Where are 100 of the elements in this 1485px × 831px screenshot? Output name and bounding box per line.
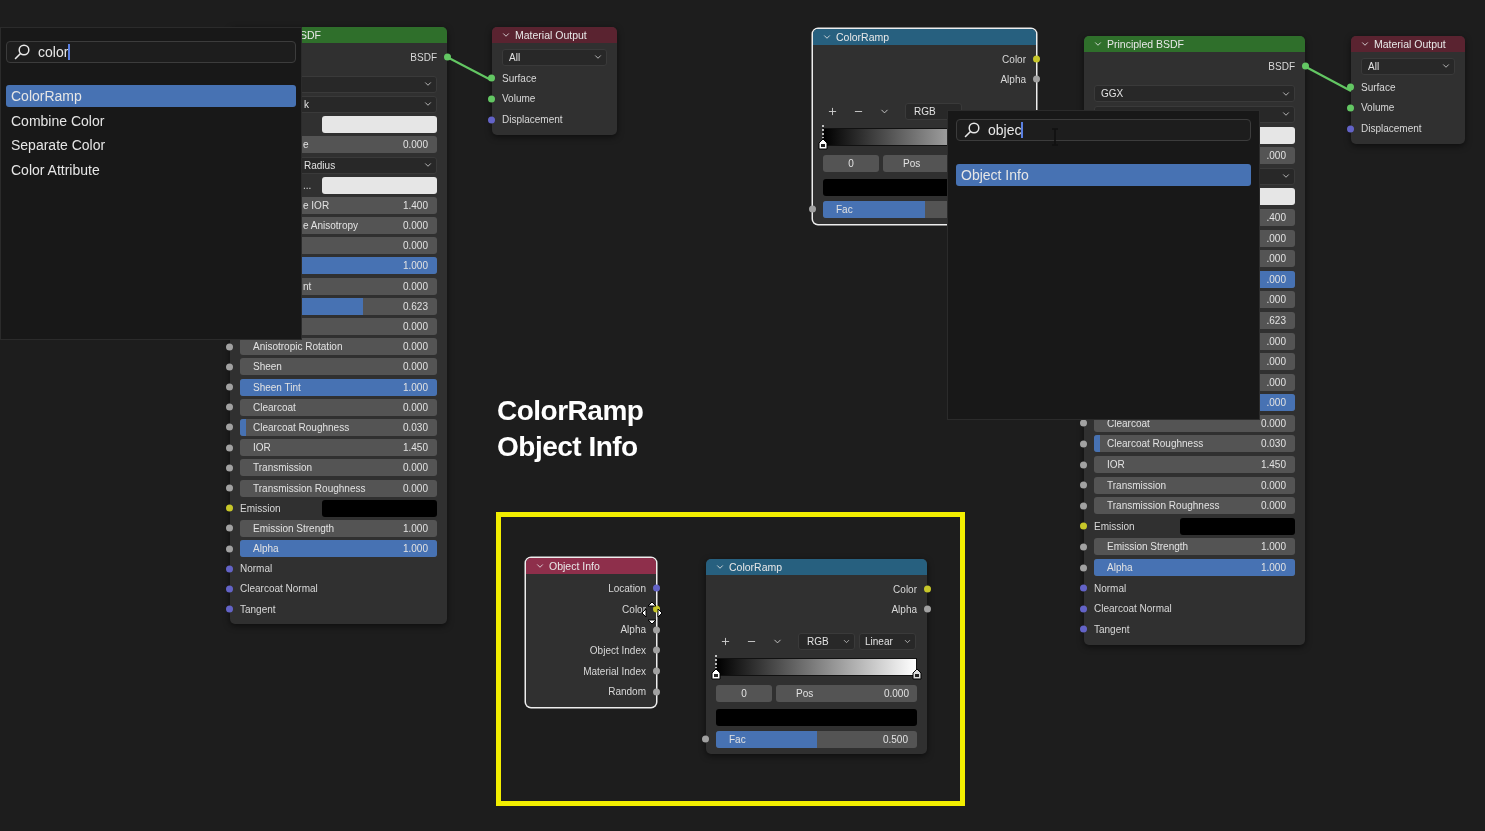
socket-label: Object Index <box>589 644 646 656</box>
value-slider[interactable]: Sheen Tint 1.000 <box>240 378 437 396</box>
plus-icon[interactable] <box>827 105 838 117</box>
position-slider[interactable]: Pos 0.000 <box>776 684 917 702</box>
color-swatch[interactable] <box>322 116 437 134</box>
node-header[interactable]: Object Info <box>526 558 656 574</box>
color-stop-marker-icon[interactable] <box>711 654 721 680</box>
value-slider[interactable]: Alpha 1.000 <box>240 540 437 558</box>
node-header[interactable]: ColorRamp <box>706 559 927 575</box>
socket-dot[interactable] <box>1080 543 1087 551</box>
socket-dot[interactable] <box>488 74 495 82</box>
value-slider[interactable]: Transmission 0.000 <box>1094 476 1295 494</box>
socket-label: Clearcoat Normal <box>1094 603 1172 615</box>
search-result[interactable]: Object Info <box>956 164 1251 186</box>
socket-dot[interactable] <box>653 667 660 675</box>
search-field[interactable]: objec <box>956 119 1251 141</box>
node-header[interactable]: ColorRamp <box>813 29 1036 45</box>
node-link <box>1306 67 1351 91</box>
dropdown-field[interactable]: All <box>502 48 607 66</box>
value-slider[interactable]: Transmission Roughness 0.000 <box>240 479 437 497</box>
socket-dot[interactable] <box>226 403 233 411</box>
chevron-down-icon[interactable] <box>1360 39 1370 49</box>
dropdown-field[interactable]: RGB <box>798 632 855 650</box>
chevron-down-icon[interactable] <box>715 562 725 572</box>
socket-dot[interactable] <box>1033 75 1040 83</box>
socket-dot[interactable] <box>1347 125 1354 133</box>
socket-dot[interactable] <box>1302 62 1309 70</box>
socket-dot[interactable] <box>226 383 233 391</box>
socket-dot[interactable] <box>1347 104 1354 112</box>
plus-icon[interactable] <box>720 635 731 647</box>
socket-dot[interactable] <box>1080 625 1087 633</box>
socket-dot[interactable] <box>1033 55 1040 63</box>
dropdown-field[interactable]: All <box>1361 57 1455 75</box>
socket-dot[interactable] <box>1347 83 1354 91</box>
node-header[interactable]: Principled BSDF <box>1084 36 1305 52</box>
socket-dot[interactable] <box>924 605 931 613</box>
dropdown-field[interactable]: Linear <box>859 632 916 650</box>
value-slider[interactable]: Transmission 0.000 <box>240 459 437 477</box>
socket-dot[interactable] <box>226 504 233 512</box>
color-ramp-gradient[interactable] <box>716 658 917 676</box>
chevron-down-icon[interactable] <box>822 32 832 42</box>
search-result[interactable]: ColorRamp <box>6 85 296 107</box>
color-swatch[interactable] <box>322 176 437 194</box>
value-slider[interactable]: Emission Strength 1.000 <box>240 519 437 537</box>
dropdown-field[interactable]: GGX <box>1094 85 1295 103</box>
color-swatch[interactable] <box>716 708 917 726</box>
search-field[interactable]: color <box>6 41 296 63</box>
value-slider[interactable]: Transmission Roughness 0.000 <box>1094 497 1295 515</box>
chevron-down-icon[interactable] <box>535 561 545 571</box>
color-stop-marker-icon[interactable] <box>818 124 828 150</box>
socket-dot[interactable] <box>809 205 816 213</box>
socket-dot[interactable] <box>653 584 660 592</box>
value-slider[interactable]: IOR 1.450 <box>240 439 437 457</box>
value-slider[interactable]: Clearcoat 0.000 <box>240 398 437 416</box>
value-slider[interactable]: Clearcoat Roughness 0.030 <box>240 418 437 436</box>
socket-dot[interactable] <box>1080 564 1087 572</box>
node-title: Material Output <box>1374 38 1446 50</box>
color-swatch[interactable] <box>1180 517 1295 535</box>
socket-label: Clearcoat Normal <box>240 583 318 595</box>
socket-dot[interactable] <box>488 95 495 103</box>
value-slider[interactable]: Clearcoat Roughness 0.030 <box>1094 435 1295 453</box>
chevron-down-icon[interactable] <box>501 30 511 40</box>
socket-dot[interactable] <box>226 363 233 371</box>
socket-dot[interactable] <box>1080 502 1087 510</box>
value-slider[interactable]: Fac 0.500 <box>716 730 917 748</box>
socket-dot[interactable] <box>653 646 660 654</box>
socket-dot[interactable] <box>226 565 233 573</box>
value-slider[interactable]: Anisotropic Rotation 0.000 <box>240 338 437 356</box>
value-slider[interactable]: Alpha 1.000 <box>1094 559 1295 577</box>
socket-dot[interactable] <box>653 626 660 634</box>
socket-dot[interactable] <box>924 585 931 593</box>
value-slider[interactable]: IOR 1.450 <box>1094 456 1295 474</box>
node-header[interactable]: Material Output <box>1351 36 1465 52</box>
socket-dot[interactable] <box>226 524 233 532</box>
socket-dot[interactable] <box>1080 440 1087 448</box>
socket-dot[interactable] <box>444 53 451 61</box>
socket-dot[interactable] <box>1080 605 1087 613</box>
socket-dot[interactable] <box>1080 522 1087 530</box>
socket-dot[interactable] <box>488 116 495 124</box>
number-field[interactable]: 0 <box>823 154 879 172</box>
chevron-down-icon[interactable] <box>1093 39 1103 49</box>
number-field[interactable]: 0 <box>716 684 772 702</box>
socket-dot[interactable] <box>226 605 233 613</box>
socket-dot[interactable] <box>226 545 233 553</box>
value-slider[interactable]: Emission Strength 1.000 <box>1094 538 1295 556</box>
socket-dot[interactable] <box>226 343 233 351</box>
socket-dot[interactable] <box>1080 461 1087 469</box>
socket-dot[interactable] <box>226 464 233 472</box>
socket-dot[interactable] <box>1080 481 1087 489</box>
socket-dot[interactable] <box>1080 584 1087 592</box>
socket-dot[interactable] <box>226 585 233 593</box>
socket-dot[interactable] <box>653 688 660 696</box>
node-header[interactable]: Material Output <box>492 27 617 43</box>
color-swatch[interactable] <box>322 499 437 517</box>
text-caret <box>68 44 71 60</box>
socket-dot[interactable] <box>226 484 233 492</box>
socket-dot[interactable] <box>702 735 709 743</box>
value-slider[interactable]: Sheen 0.000 <box>240 358 437 376</box>
socket-dot[interactable] <box>226 444 233 452</box>
socket-dot[interactable] <box>226 423 233 431</box>
